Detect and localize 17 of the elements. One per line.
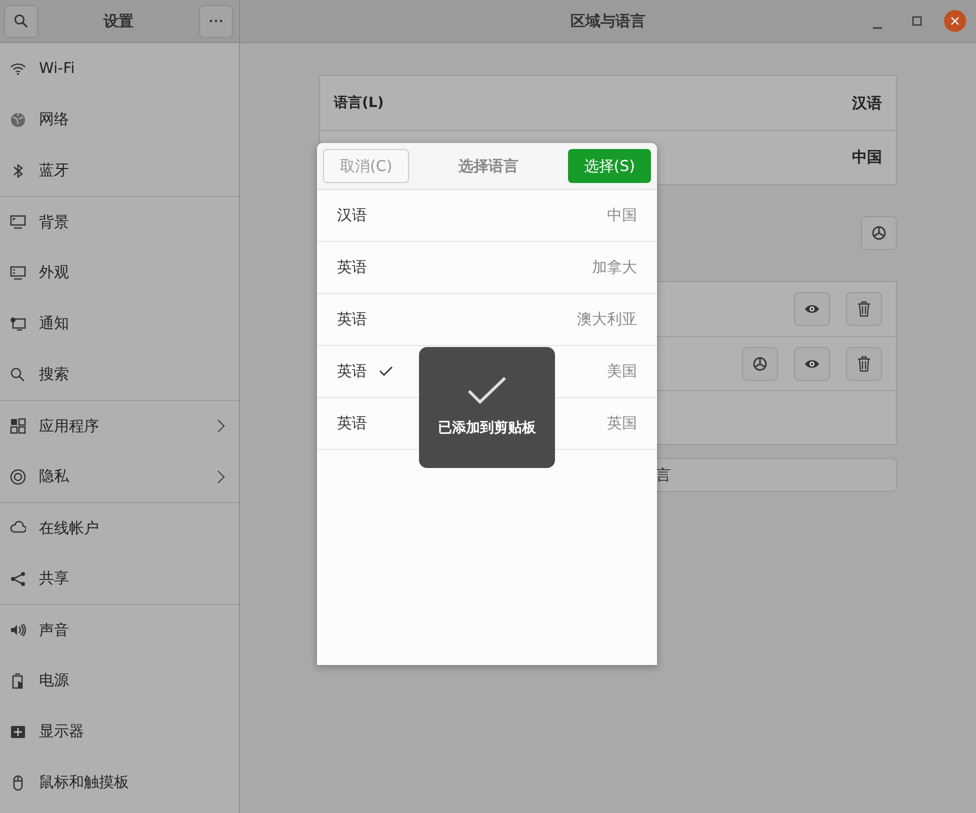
setting-value: 汉语 [852, 92, 882, 114]
dialog-title: 选择语言 [458, 156, 518, 177]
region-name: 中国 [607, 205, 637, 226]
language-name: 英语 [337, 257, 367, 278]
language-name: 汉语 [337, 205, 367, 226]
language-name: 英语 [337, 309, 367, 330]
sidebar-title: 设置 [104, 10, 134, 32]
setting-label: 语言(L) [334, 94, 384, 112]
language-name: 英语 [337, 413, 367, 434]
region-name: 澳大利亚 [577, 309, 637, 330]
window-title: 区域与语言 [570, 10, 646, 32]
region-name: 美国 [607, 361, 637, 382]
language-name: 英语 [337, 361, 367, 382]
region-name: 英国 [607, 413, 637, 434]
region-name: 加拿大 [592, 257, 637, 278]
setting-value: 中国 [852, 147, 882, 168]
toast-message: 已添加到剪贴板 [438, 418, 536, 438]
